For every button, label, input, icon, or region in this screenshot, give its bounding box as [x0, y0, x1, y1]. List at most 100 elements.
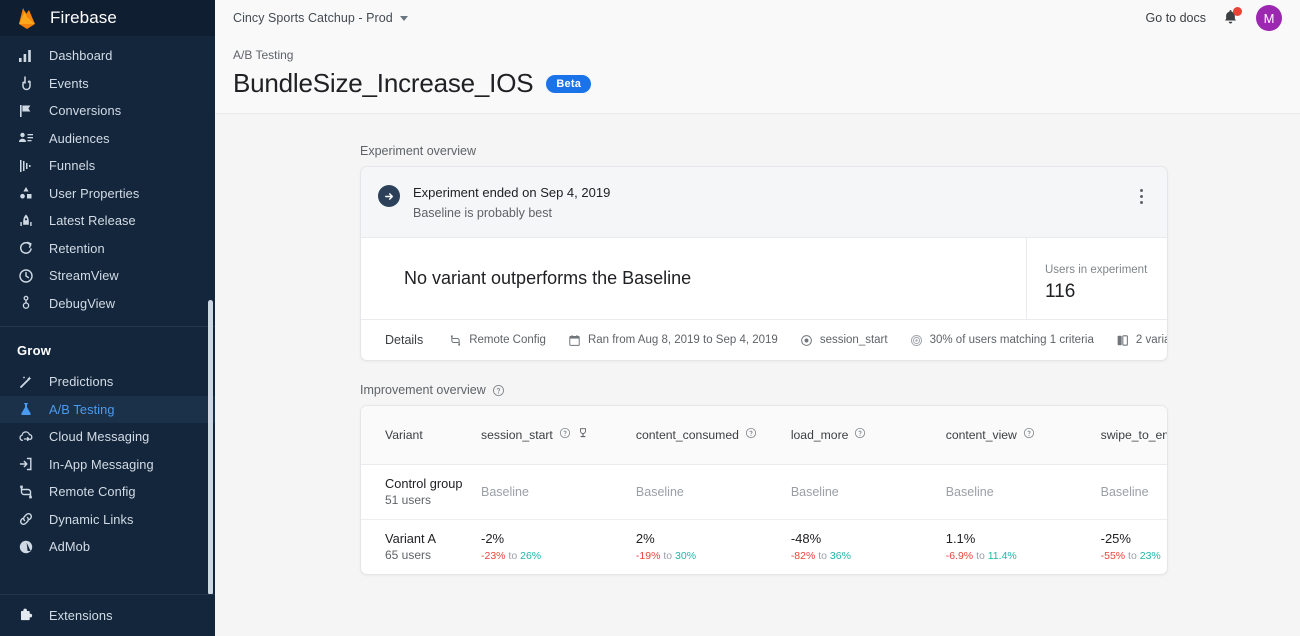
sidebar-item-remote-config[interactable]: Remote Config	[0, 478, 215, 506]
metric-value: Baseline	[481, 485, 529, 499]
sidebar-item-label: Audiences	[49, 131, 110, 146]
sidebar-item-events[interactable]: Events	[0, 70, 215, 98]
metric-range: -55% to 23%	[1101, 548, 1167, 564]
sidebar-item-label: StreamView	[49, 268, 119, 283]
range-high: 30%	[675, 550, 696, 562]
sidebar-item-dynamic-links[interactable]: Dynamic Links	[0, 506, 215, 534]
sidebar-item-cloud-messaging[interactable]: Cloud Messaging	[0, 423, 215, 451]
page-title: BundleSize_Increase_IOS	[233, 68, 533, 99]
project-selector[interactable]: Cincy Sports Catchup - Prod	[233, 11, 408, 25]
range-low: -19%	[636, 550, 661, 562]
sidebar-item-audiences[interactable]: Audiences	[0, 125, 215, 153]
banner-subtitle: Baseline is probably best	[413, 204, 1118, 222]
sidebar-scrollbar[interactable]	[208, 300, 213, 595]
project-name: Cincy Sports Catchup - Prod	[233, 11, 393, 25]
experiment-details-row: Details Remote Config Ran from Aug 8, 20…	[361, 320, 1167, 360]
metric-cell: 1.1% -6.9% to 11.4%	[946, 519, 1101, 574]
sidebar-item-retention[interactable]: Retention	[0, 235, 215, 263]
goal-trophy-icon	[577, 427, 589, 442]
topbar: Cincy Sports Catchup - Prod Go to docs M	[215, 0, 1300, 36]
bell-icon	[1221, 14, 1240, 31]
sidebar-item-label: DebugView	[49, 296, 115, 311]
remote-config-icon	[17, 483, 35, 501]
sidebar-item-label: In-App Messaging	[49, 457, 154, 472]
sidebar-item-streamview[interactable]: StreamView	[0, 262, 215, 290]
range-sep: to	[1125, 550, 1140, 562]
notifications-button[interactable]	[1221, 8, 1241, 28]
improvement-overview-card: Variant session_start	[360, 405, 1168, 575]
metric-cell: 2% -19% to 30%	[636, 519, 791, 574]
metric-value: -2%	[481, 530, 636, 547]
calendar-icon	[568, 334, 581, 347]
experiment-status-banner: Experiment ended on Sep 4, 2019 Baseline…	[361, 167, 1167, 238]
sidebar-item-ab-testing[interactable]: A/B Testing	[0, 396, 215, 424]
kebab-menu-icon[interactable]	[1131, 184, 1151, 204]
variant-cell: Control group 51 users	[361, 464, 481, 519]
brand[interactable]: Firebase	[0, 0, 215, 36]
help-circle-icon[interactable]	[1023, 427, 1035, 442]
improvement-overview-label: Improvement overview	[360, 383, 1300, 397]
range-high: 23%	[1140, 550, 1161, 562]
breadcrumb[interactable]: A/B Testing	[233, 48, 1300, 62]
avatar[interactable]: M	[1256, 5, 1282, 31]
cloud-send-icon	[17, 428, 35, 446]
sidebar-item-extensions[interactable]: Extensions	[0, 595, 113, 636]
help-circle-icon[interactable]	[854, 427, 866, 442]
notification-badge	[1233, 7, 1242, 16]
metric-cell: Baseline	[481, 464, 636, 519]
firebase-flame-icon	[16, 6, 38, 30]
detail-label: 30% of users matching 1 criteria	[930, 334, 1094, 346]
main-content: Cincy Sports Catchup - Prod Go to docs M…	[215, 0, 1300, 636]
sidebar-item-predictions[interactable]: Predictions	[0, 368, 215, 396]
range-low: -6.9%	[946, 550, 973, 562]
sidebar-item-label: Latest Release	[49, 213, 136, 228]
sidebar-item-debugview[interactable]: DebugView	[0, 290, 215, 318]
sidebar-item-in-app-messaging[interactable]: In-App Messaging	[0, 451, 215, 479]
sidebar-item-dashboard[interactable]: Dashboard	[0, 42, 215, 70]
range-low: -23%	[481, 550, 506, 562]
sidebar-item-label: Dynamic Links	[49, 512, 134, 527]
title-row: BundleSize_Increase_IOS Beta	[233, 68, 1300, 99]
extensions-icon	[17, 607, 35, 625]
experiment-summary: No variant outperforms the Baseline User…	[361, 238, 1167, 320]
detail-label: Remote Config	[469, 334, 546, 346]
detail-label: Ran from Aug 8, 2019 to Sep 4, 2019	[588, 334, 778, 346]
range-low: -82%	[791, 550, 816, 562]
help-circle-icon[interactable]	[492, 384, 505, 397]
details-label: Details	[385, 333, 423, 347]
sidebar-item-funnels[interactable]: Funnels	[0, 152, 215, 180]
experiment-headline-area: No variant outperforms the Baseline	[361, 238, 1027, 319]
detail-label: session_start	[820, 334, 888, 346]
variant-cell: Variant A 65 users	[361, 519, 481, 574]
sidebar-item-user-properties[interactable]: User Properties	[0, 180, 215, 208]
sidebar-item-latest-release[interactable]: Latest Release	[0, 207, 215, 235]
sidebar-item-label: AdMob	[49, 539, 90, 554]
experiment-headline: No variant outperforms the Baseline	[404, 268, 691, 289]
metric-value: 2%	[636, 530, 791, 547]
metric-value: -48%	[791, 530, 946, 547]
column-label: swipe_to_end	[1101, 428, 1167, 442]
range-high: 26%	[520, 550, 541, 562]
column-label: content_view	[946, 428, 1017, 442]
metric-value: Baseline	[946, 485, 994, 499]
page-header: A/B Testing BundleSize_Increase_IOS Beta	[215, 36, 1300, 114]
range-low: -55%	[1101, 550, 1126, 562]
topbar-actions: Go to docs M	[1146, 5, 1282, 31]
col-variant: Variant	[361, 406, 481, 464]
col-load-more: load_more	[791, 406, 946, 464]
table-clipper: Variant session_start	[361, 406, 1167, 574]
sidebar-scroll: Dashboard Events Conversions Audiences F…	[0, 36, 215, 636]
sidebar-item-conversions[interactable]: Conversions	[0, 97, 215, 125]
users-value: 116	[1045, 281, 1167, 303]
help-circle-icon[interactable]	[559, 427, 571, 442]
sidebar-group-title: Grow	[0, 327, 215, 368]
flask-icon	[17, 400, 35, 418]
column-label: session_start	[481, 428, 553, 442]
go-to-docs-link[interactable]: Go to docs	[1146, 11, 1206, 25]
help-circle-icon[interactable]	[745, 427, 757, 442]
experiment-overview-label: Experiment overview	[360, 144, 1300, 158]
metric-range: -82% to 36%	[791, 548, 946, 564]
metric-range: -19% to 30%	[636, 548, 791, 564]
sidebar-item-admob[interactable]: AdMob	[0, 533, 215, 561]
range-high: 11.4%	[988, 550, 1017, 562]
